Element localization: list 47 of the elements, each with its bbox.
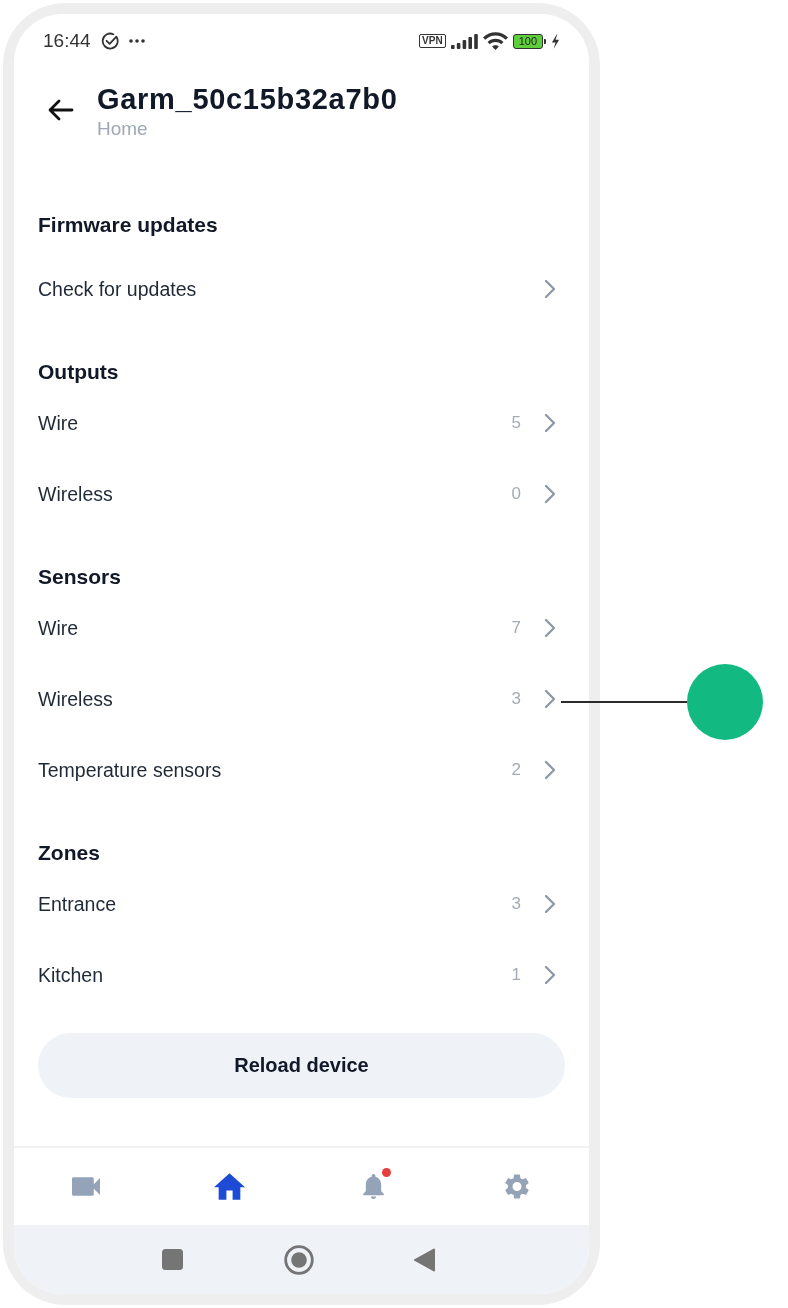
chevron-right-icon bbox=[544, 278, 556, 299]
row-label[interactable]: Check for updates bbox=[38, 276, 197, 301]
row-count: 0 bbox=[511, 483, 521, 504]
chevron-right-icon bbox=[544, 483, 556, 504]
chevron-right-icon bbox=[544, 964, 556, 985]
video-camera-icon bbox=[71, 1177, 100, 1196]
lightning-bolt-icon bbox=[551, 33, 560, 49]
reload-device-button[interactable]: Reload device bbox=[38, 1033, 565, 1098]
section-heading: Zones bbox=[38, 841, 101, 865]
section-heading: Sensors bbox=[38, 565, 122, 589]
row-label[interactable]: Wire bbox=[38, 615, 79, 640]
row-label[interactable]: Wireless bbox=[38, 481, 113, 506]
bell-icon bbox=[362, 1174, 384, 1199]
row-count: 7 bbox=[511, 617, 521, 638]
status-time: 16:44 bbox=[43, 30, 91, 52]
row-label[interactable]: Entrance bbox=[38, 891, 117, 916]
chevron-right-icon bbox=[544, 412, 556, 433]
device-subtitle: Home bbox=[97, 117, 149, 141]
chevron-right-icon bbox=[544, 893, 556, 914]
vpn-indicator: VPN bbox=[419, 34, 446, 48]
chevron-right-icon bbox=[544, 759, 556, 780]
row-label[interactable]: Kitchen bbox=[38, 962, 104, 987]
battery-indicator: 100 bbox=[512, 33, 546, 49]
wifi-icon bbox=[482, 32, 508, 50]
row-count: 2 bbox=[511, 759, 521, 780]
more-dots-icon bbox=[128, 39, 145, 43]
device-title: Garm_50c15b32a7b0 bbox=[97, 84, 398, 114]
chevron-right-icon bbox=[544, 688, 556, 709]
section-heading: Firmware updates bbox=[38, 213, 219, 237]
back-arrow-icon bbox=[48, 99, 74, 121]
square-icon bbox=[162, 1249, 183, 1270]
row-count: 3 bbox=[511, 893, 521, 914]
row-label[interactable]: Temperature sensors bbox=[38, 757, 222, 782]
row-count: 1 bbox=[511, 964, 521, 985]
row-count: 3 bbox=[511, 688, 521, 709]
ring-icon bbox=[283, 1244, 314, 1275]
check-circle-icon bbox=[100, 32, 119, 50]
settings-icon bbox=[505, 1174, 530, 1199]
row-label[interactable]: Wireless bbox=[38, 686, 113, 711]
back-button[interactable] bbox=[48, 99, 74, 121]
row-count: 5 bbox=[511, 412, 521, 433]
home-icon bbox=[214, 1173, 246, 1200]
row-label[interactable]: Wire bbox=[38, 410, 79, 435]
section-heading: Outputs bbox=[38, 360, 120, 384]
triangle-icon bbox=[414, 1247, 435, 1272]
chevron-right-icon bbox=[544, 617, 556, 638]
signal-icon bbox=[450, 33, 478, 49]
